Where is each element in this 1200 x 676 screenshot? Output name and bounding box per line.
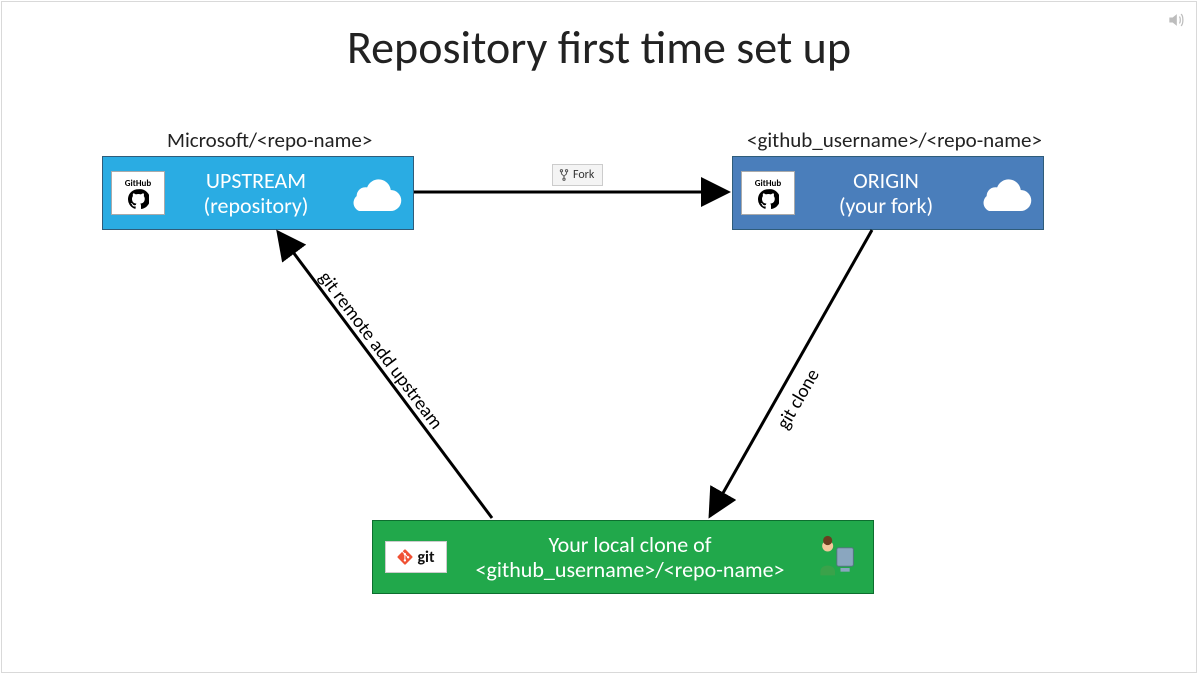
fork-icon [559, 169, 569, 181]
local-text: Your local clone of <github_username>/<r… [447, 532, 813, 583]
fork-button-label: Fork [573, 168, 594, 182]
git-label: git [417, 548, 434, 567]
upstream-text: UPSTREAM (repository) [165, 168, 347, 219]
github-octocat-icon: GitHub [741, 171, 795, 215]
local-line1: Your local clone of [447, 532, 813, 557]
git-clone-label: git clone [772, 365, 825, 434]
github-badge-label: GitHub [125, 178, 151, 189]
origin-text: ORIGIN (your fork) [795, 168, 977, 219]
cloud-icon [347, 176, 403, 211]
upstream-box: GitHub UPSTREAM (repository) [102, 156, 414, 230]
local-line2: <github_username>/<repo-name> [447, 557, 813, 582]
upstream-path-label: Microsoft/<repo-name> [167, 127, 372, 153]
origin-path-label: <github_username>/<repo-name> [747, 127, 1042, 153]
user-at-computer-icon [813, 535, 857, 579]
origin-box: GitHub ORIGIN (your fork) [732, 156, 1044, 230]
github-badge-label: GitHub [755, 178, 781, 189]
local-clone-box: git Your local clone of <github_username… [372, 520, 874, 594]
cloud-icon [977, 176, 1033, 211]
page-title: Repository first time set up [2, 20, 1196, 76]
slide: Repository first time set up Microsoft/<… [1, 1, 1197, 673]
upstream-subtitle: (repository) [165, 193, 347, 218]
git-remote-label: git remote add upstream [314, 267, 448, 434]
github-octocat-icon: GitHub [111, 171, 165, 215]
origin-title: ORIGIN [795, 168, 977, 193]
upstream-title: UPSTREAM [165, 168, 347, 193]
fork-button[interactable]: Fork [552, 164, 603, 186]
git-logo-icon: git [385, 541, 447, 573]
origin-subtitle: (your fork) [795, 193, 977, 218]
